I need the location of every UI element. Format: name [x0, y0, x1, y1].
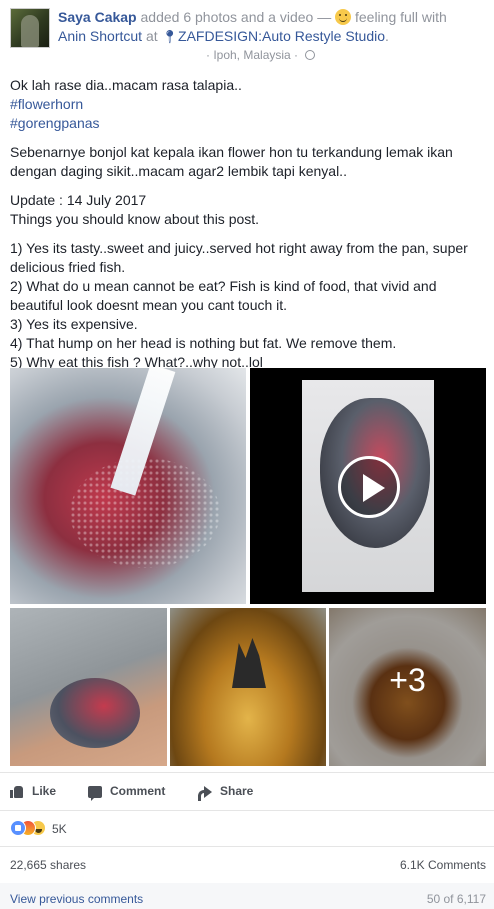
reaction-count[interactable]: 5K — [52, 822, 67, 836]
post-paragraph-2: Sebenarnye bonjol kat kepala ikan flower… — [10, 144, 453, 179]
photo-fish-frying[interactable] — [170, 608, 326, 766]
faq-item-1: 1) Yes its tasty..sweet and juicy..serve… — [10, 240, 468, 275]
faq-item-3: 3) Yes its expensive. — [10, 316, 138, 332]
public-globe-icon — [305, 50, 316, 60]
added-media-text: added 6 photos and a video — — [136, 9, 336, 25]
comment-button[interactable]: Comment — [88, 784, 166, 801]
share-arrow-icon — [198, 786, 212, 801]
media-grid: +3 — [10, 368, 486, 766]
avatar-figure — [21, 15, 39, 47]
post-meta: · Ipoh, Malaysia · — [206, 48, 316, 62]
post-header-text: Saya Cakap added 6 photos and a video — … — [58, 8, 478, 46]
hashtag-gorengpanas[interactable]: #gorengpanas — [10, 114, 484, 133]
smiley-emoji-icon — [335, 9, 352, 25]
shares-count-link[interactable]: 22,665 shares — [10, 858, 86, 872]
video-thumbnail[interactable] — [250, 368, 486, 604]
play-icon[interactable] — [338, 456, 400, 518]
divider — [0, 846, 494, 847]
comments-count-link[interactable]: 6.1K Comments — [400, 858, 486, 872]
faq-item-2: 2) What do u mean cannot be eat? Fish is… — [10, 278, 437, 313]
post-header: Saya Cakap added 6 photos and a video — … — [0, 0, 494, 70]
update-intro: Things you should know about this post. — [10, 211, 260, 227]
location-pin-icon: 📍︎ — [161, 29, 179, 44]
share-button[interactable]: Share — [198, 784, 254, 801]
divider — [0, 810, 494, 811]
fish-fin — [232, 638, 266, 688]
comments-pager-count: 50 of 6,117 — [426, 892, 486, 906]
feeling-text: feeling full with — [351, 9, 447, 25]
at-text: at — [142, 28, 162, 44]
place-suffix: . — [385, 28, 389, 44]
action-bar: Like Comment Share — [10, 779, 484, 809]
hashtag-flowerhorn[interactable]: #flowerhorn — [10, 95, 484, 114]
fish-scales — [70, 458, 220, 568]
like-button[interactable]: Like — [10, 784, 56, 798]
more-photos-count[interactable]: +3 — [329, 660, 486, 700]
photo-fish-under-tap[interactable] — [10, 368, 246, 604]
location-text[interactable]: · Ipoh, Malaysia · — [206, 48, 301, 62]
post-line-1: Ok lah rase dia..macam rasa talapia.. — [10, 77, 242, 93]
divider — [0, 772, 494, 773]
author-name-link[interactable]: Saya Cakap — [58, 9, 137, 25]
post-body: Ok lah rase dia..macam rasa talapia.. #f… — [10, 76, 484, 372]
like-label: Like — [32, 784, 57, 798]
place-link[interactable]: ZAFDESIGN:Auto Restyle Studio — [178, 28, 385, 44]
update-date: Update : 14 July 2017 — [10, 192, 147, 208]
like-reaction-icon — [10, 820, 26, 836]
share-label: Share — [220, 784, 254, 798]
faq-item-4: 4) That hump on her head is nothing but … — [10, 335, 397, 351]
comments-pager: View previous comments 50 of 6,117 — [0, 883, 494, 909]
post-stats: 22,665 shares 6.1K Comments — [10, 858, 486, 872]
author-avatar[interactable] — [10, 8, 50, 48]
comment-label: Comment — [110, 784, 166, 798]
view-previous-comments-link[interactable]: View previous comments — [10, 892, 143, 906]
thumbs-up-icon — [10, 784, 24, 798]
tagged-friend-link[interactable]: Anin Shortcut — [58, 28, 142, 44]
photo-fish-cleaning[interactable] — [10, 608, 167, 766]
comment-icon — [88, 786, 102, 801]
photo-fried-fish-more[interactable]: +3 — [329, 608, 486, 766]
photo-fish — [50, 678, 140, 748]
